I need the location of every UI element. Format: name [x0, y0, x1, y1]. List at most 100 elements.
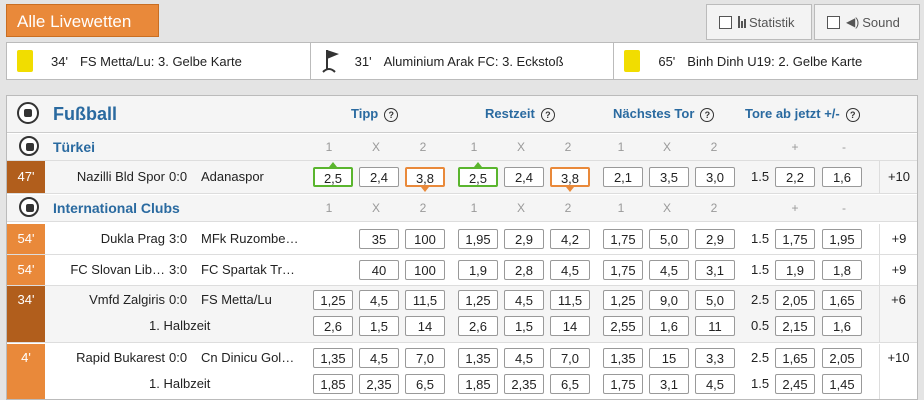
odd-button[interactable]: 1,5	[504, 316, 544, 336]
odd-button[interactable]: 1,35	[603, 348, 643, 368]
odd-button[interactable]: 1,45	[822, 374, 862, 394]
odd-button[interactable]: 3,8	[405, 167, 445, 187]
odd-button[interactable]: 1,65	[822, 290, 862, 310]
league-header-international-clubs[interactable]: International Clubs 1 X 2 1 X 2 1 X 2 + …	[7, 195, 917, 222]
more-bets-link[interactable]: +6	[879, 286, 917, 342]
help-icon[interactable]: ?	[845, 107, 860, 122]
more-bets-link[interactable]: +10	[879, 344, 917, 399]
odd-button[interactable]: 2,6	[313, 316, 353, 336]
odd-button[interactable]: 1,8	[822, 260, 862, 280]
sound-toggle[interactable]: ◀) Sound	[814, 4, 920, 40]
odd-button[interactable]: 1,75	[603, 260, 643, 280]
odd-button[interactable]: 14	[405, 316, 445, 336]
odd-button[interactable]: 2,2	[775, 167, 815, 187]
odd-button[interactable]: 15	[649, 348, 689, 368]
odd-button[interactable]: 35	[359, 229, 399, 249]
odd-button[interactable]: 7,0	[550, 348, 590, 368]
help-icon[interactable]: ?	[384, 107, 399, 122]
odd-button[interactable]: 1,65	[775, 348, 815, 368]
odd-button[interactable]: 2,5	[458, 167, 498, 187]
match-row[interactable]: 54' FC Slovan Lib… 3:0 FC Spartak Tr… 40…	[7, 255, 917, 286]
odd-button[interactable]: 3,8	[550, 167, 590, 187]
odd-button[interactable]: 4,5	[695, 374, 735, 394]
odd-button[interactable]: 1,95	[822, 229, 862, 249]
event-item[interactable]: 65' Binh Dinh U19: 2. Gelbe Karte	[614, 43, 917, 79]
event-item[interactable]: 34' FS Metta/Lu: 3. Gelbe Karte	[7, 43, 311, 79]
odd-button[interactable]: 4,5	[359, 348, 399, 368]
home-team: Rapid Bukarest	[76, 350, 165, 365]
odd-button[interactable]: 11	[695, 316, 735, 336]
odd-button[interactable]: 7,0	[405, 348, 445, 368]
odd-button[interactable]: 1,6	[822, 167, 862, 187]
odd-button[interactable]: 4,5	[649, 260, 689, 280]
more-bets-link[interactable]: +10	[879, 161, 917, 193]
odd-button[interactable]: 3,1	[649, 374, 689, 394]
odd-button[interactable]: 2,5	[313, 167, 353, 187]
odd-button[interactable]: 1,25	[603, 290, 643, 310]
odd-button[interactable]: 4,5	[504, 290, 544, 310]
odd-button[interactable]: 1,6	[649, 316, 689, 336]
odd-button[interactable]: 3,3	[695, 348, 735, 368]
odd-button[interactable]: 1,6	[822, 316, 862, 336]
odd-button[interactable]: 1,35	[313, 348, 353, 368]
odd-button[interactable]: 1,75	[775, 229, 815, 249]
odd-button[interactable]: 5,0	[649, 229, 689, 249]
league-header-tuerkei[interactable]: Türkei 1 X 2 1 X 2 1 X 2 + -	[7, 134, 917, 161]
help-icon[interactable]: ?	[540, 107, 555, 122]
odd-button[interactable]: 1,85	[458, 374, 498, 394]
match-row[interactable]: 34' Vmfd Zalgiris 0:0 FS Metta/Lu 1,25 4…	[7, 286, 917, 343]
odd-button[interactable]: 4,5	[504, 348, 544, 368]
odd-button[interactable]: 14	[550, 316, 590, 336]
odd-button[interactable]: 1,35	[458, 348, 498, 368]
odd-button[interactable]: 2,9	[504, 229, 544, 249]
odd-button[interactable]: 40	[359, 260, 399, 280]
odd-button[interactable]: 3,0	[695, 167, 735, 187]
odd-button[interactable]: 100	[405, 260, 445, 280]
odd-button[interactable]: 2,55	[603, 316, 643, 336]
odd-button[interactable]: 1,9	[775, 260, 815, 280]
odd-button[interactable]: 2,15	[775, 316, 815, 336]
odd-button[interactable]: 2,45	[775, 374, 815, 394]
odd-button[interactable]: 1,25	[313, 290, 353, 310]
statistik-toggle[interactable]: Statistik	[706, 4, 812, 40]
odd-button[interactable]: 5,0	[695, 290, 735, 310]
odd-button[interactable]: 3,1	[695, 260, 735, 280]
odd-button[interactable]: 11,5	[405, 290, 445, 310]
odd-button[interactable]: 2,05	[775, 290, 815, 310]
more-bets-link[interactable]: +9	[879, 224, 917, 254]
help-icon[interactable]: ?	[700, 107, 715, 122]
odd-button[interactable]: 9,0	[649, 290, 689, 310]
odd-button[interactable]: 2,35	[359, 374, 399, 394]
sound-checkbox[interactable]	[827, 15, 840, 29]
odd-button[interactable]: 4,2	[550, 229, 590, 249]
odd-button[interactable]: 6,5	[550, 374, 590, 394]
match-row[interactable]: 4' Rapid Bukarest 0:0 Cn Dinicu Gol… 1,3…	[7, 344, 917, 399]
odd-button[interactable]: 2,8	[504, 260, 544, 280]
odd-button[interactable]: 11,5	[550, 290, 590, 310]
odd-button[interactable]: 4,5	[550, 260, 590, 280]
odd-button[interactable]: 100	[405, 229, 445, 249]
odd-button[interactable]: 1,75	[603, 374, 643, 394]
event-item[interactable]: 31' Aluminium Arak FC: 3. Eckstoß	[311, 43, 615, 79]
odd-button[interactable]: 2,4	[504, 167, 544, 187]
odd-button[interactable]: 2,1	[603, 167, 643, 187]
match-row[interactable]: 54' Dukla Prag 3:0 MFk Ruzombe… 35 100 1…	[7, 224, 917, 255]
odd-button[interactable]: 1,85	[313, 374, 353, 394]
odd-button[interactable]: 2,9	[695, 229, 735, 249]
odd-button[interactable]: 1,25	[458, 290, 498, 310]
more-bets-link[interactable]: +9	[879, 255, 917, 285]
odd-button[interactable]: 1,5	[359, 316, 399, 336]
odd-button[interactable]: 2,05	[822, 348, 862, 368]
odd-button[interactable]: 6,5	[405, 374, 445, 394]
odd-button[interactable]: 1,95	[458, 229, 498, 249]
odd-button[interactable]: 2,4	[359, 167, 399, 187]
match-row[interactable]: 47' Nazilli Bld Spor 0:0 Adanaspor 2,5 2…	[7, 161, 917, 194]
odd-button[interactable]: 4,5	[359, 290, 399, 310]
match-minute: 54'	[7, 255, 45, 285]
statistik-checkbox[interactable]	[719, 15, 732, 29]
odd-button[interactable]: 2,35	[504, 374, 544, 394]
odd-button[interactable]: 2,6	[458, 316, 498, 336]
odd-button[interactable]: 1,9	[458, 260, 498, 280]
odd-button[interactable]: 1,75	[603, 229, 643, 249]
odd-button[interactable]: 3,5	[649, 167, 689, 187]
